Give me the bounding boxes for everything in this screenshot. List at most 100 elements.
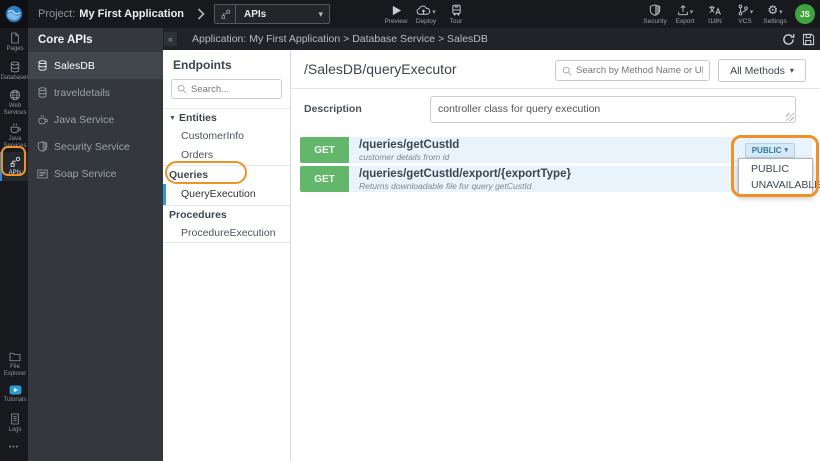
endpoint-item-customerinfo[interactable]: CustomerInfo bbox=[163, 127, 290, 146]
wavemaker-logo-icon bbox=[5, 5, 23, 23]
endpoint-row-getcustid-export[interactable]: GET /queries/getCustId/export/{exportTyp… bbox=[300, 166, 812, 192]
endpoints-search-input[interactable] bbox=[191, 83, 276, 95]
main-header: /SalesDB/queryExecutor All Methods ▾ bbox=[291, 50, 820, 89]
main-sidebar: Pages Databases Web Services Java Servic… bbox=[0, 28, 30, 461]
top-bar: Project: My First Application APIs ▾ Pre… bbox=[0, 0, 820, 28]
sidebar-item-java-services[interactable]: Java Services bbox=[0, 119, 28, 152]
service-item-soap-service[interactable]: Soap Service bbox=[28, 160, 163, 187]
sidebar-item-tutorials[interactable]: Tutorials bbox=[0, 380, 28, 409]
database-icon bbox=[10, 61, 20, 73]
breadcrumb-bar: « Application: My First Application > Da… bbox=[163, 28, 820, 50]
caret-down-icon: ▼ bbox=[169, 115, 176, 122]
main-content: /SalesDB/queryExecutor All Methods ▾ Des… bbox=[291, 50, 820, 461]
coffee-icon bbox=[9, 122, 21, 134]
service-item-security-service[interactable]: Security Service bbox=[28, 133, 163, 160]
service-item-java-service[interactable]: Java Service bbox=[28, 106, 163, 133]
vcs-label: VCS bbox=[738, 17, 752, 25]
sidebar-item-web-services[interactable]: Web Services bbox=[0, 86, 28, 119]
project-label: Project: bbox=[38, 8, 76, 20]
endpoints-title: Endpoints bbox=[173, 58, 232, 72]
endpoint-path: /queries/getCustId bbox=[359, 138, 460, 151]
vcs-button[interactable]: ▾ VCS bbox=[730, 0, 760, 28]
method-search-input[interactable] bbox=[576, 65, 703, 76]
database-icon bbox=[37, 87, 48, 98]
app-window: Project: My First Application APIs ▾ Pre… bbox=[0, 0, 820, 461]
settings-label: Settings bbox=[763, 17, 787, 25]
caret-down-icon: ▾ bbox=[784, 146, 788, 154]
endpoint-item-orders[interactable]: Orders bbox=[163, 146, 290, 165]
section-label: Entities bbox=[178, 112, 217, 124]
preview-label: Preview bbox=[384, 17, 408, 25]
sidebar-item-label: Web Services bbox=[3, 103, 27, 116]
section-queries[interactable]: Queries bbox=[163, 165, 290, 184]
globe-icon bbox=[9, 89, 21, 101]
export-button[interactable]: ▾ Export bbox=[670, 0, 700, 28]
endpoint-item-queryexecution[interactable]: QueryExecution bbox=[163, 184, 290, 205]
app-logo[interactable] bbox=[0, 0, 28, 28]
sidebar-item-label: Java Services bbox=[3, 136, 27, 149]
service-item-traveldetails[interactable]: traveldetails bbox=[28, 79, 163, 106]
save-button[interactable] bbox=[802, 33, 815, 46]
method-badge-get: GET bbox=[300, 166, 349, 192]
sidebar-overflow-button[interactable]: ••• bbox=[0, 438, 28, 461]
project-name: My First Application bbox=[79, 8, 185, 20]
sidebar-item-label: Databases bbox=[0, 75, 30, 82]
endpoint-row-getcustid[interactable]: GET /queries/getCustId customer details … bbox=[300, 137, 812, 163]
sidebar-item-label: APIs bbox=[8, 170, 22, 177]
core-apis-title: Core APIs bbox=[38, 34, 93, 46]
method-search[interactable] bbox=[555, 60, 710, 81]
access-option-unavailable[interactable]: UNAVAILABLE bbox=[739, 177, 820, 193]
access-level-label: PUBLIC bbox=[751, 145, 782, 155]
cloud-upload-icon bbox=[416, 4, 431, 16]
collapse-panel-button[interactable]: « bbox=[164, 32, 177, 46]
endpoint-item-procedureexecution[interactable]: ProcedureExecution bbox=[163, 224, 290, 243]
security-button[interactable]: Security bbox=[640, 0, 670, 28]
access-level-menu: PUBLIC UNAVAILABLE bbox=[738, 158, 820, 196]
coffee-icon bbox=[37, 114, 48, 125]
settings-button[interactable]: ⚙ ▾ Settings bbox=[760, 0, 790, 28]
endpoint-subtitle: Returns downloadable file for query getC… bbox=[359, 180, 532, 191]
description-textarea[interactable]: controller class for query execution bbox=[430, 96, 796, 123]
deploy-button[interactable]: ▾ Deploy bbox=[411, 0, 441, 28]
workspace-selector[interactable]: APIs ▾ bbox=[214, 4, 331, 24]
chevron-down-icon: ▾ bbox=[432, 8, 436, 16]
sidebar-item-databases[interactable]: Databases bbox=[0, 57, 30, 86]
sidebar-item-apis[interactable]: APIs bbox=[0, 152, 28, 181]
section-entities[interactable]: ▼ Entities bbox=[163, 108, 290, 127]
shield-icon bbox=[37, 141, 48, 152]
resize-grip-icon[interactable] bbox=[786, 113, 794, 121]
soap-icon bbox=[37, 169, 48, 179]
sidebar-item-label: Logs bbox=[8, 427, 22, 434]
search-icon bbox=[177, 84, 187, 94]
sidebar-item-label: Tutorials bbox=[3, 397, 27, 404]
breadcrumb: Application: My First Application > Data… bbox=[192, 33, 488, 45]
security-label: Security bbox=[643, 17, 667, 25]
endpoints-search[interactable] bbox=[171, 79, 282, 99]
service-item-label: Security Service bbox=[54, 140, 130, 153]
database-icon bbox=[37, 60, 48, 71]
sidebar-item-pages[interactable]: Pages bbox=[0, 28, 28, 57]
translate-icon bbox=[708, 4, 722, 16]
preview-button[interactable]: Preview bbox=[381, 0, 411, 28]
sidebar-item-logs[interactable]: Logs bbox=[0, 409, 28, 438]
tour-button[interactable]: Tour bbox=[441, 0, 471, 28]
core-apis-panel: Core APIs SalesDB traveldetails Java Ser… bbox=[28, 28, 163, 461]
chevron-right-icon bbox=[197, 8, 205, 20]
access-level-button[interactable]: PUBLIC ▾ bbox=[744, 142, 795, 158]
i18n-button[interactable]: I18N bbox=[700, 0, 730, 28]
sidebar-item-label: Pages bbox=[6, 46, 24, 53]
all-methods-label: All Methods bbox=[730, 64, 785, 77]
api-icon bbox=[9, 156, 21, 168]
section-procedures[interactable]: Procedures bbox=[163, 205, 290, 224]
chevron-down-icon: ▾ bbox=[749, 8, 754, 16]
endpoints-panel: Endpoints ▼Entities CustomerInfo Orders … bbox=[163, 50, 291, 461]
sidebar-item-file-explorer[interactable]: File Explorer bbox=[0, 349, 28, 380]
user-avatar[interactable]: JS bbox=[795, 4, 815, 24]
topbar-right-actions: Security ▾ Export I18N ▾ VCS ⚙ ▾ Settings bbox=[640, 0, 790, 28]
refresh-button[interactable] bbox=[782, 33, 795, 46]
access-option-public[interactable]: PUBLIC bbox=[739, 161, 812, 177]
topbar-left-actions: Preview ▾ Deploy Tour bbox=[381, 0, 471, 28]
all-methods-dropdown[interactable]: All Methods ▾ bbox=[718, 59, 806, 82]
endpoint-subtitle: customer details from id bbox=[359, 151, 450, 162]
service-item-salesdb[interactable]: SalesDB bbox=[28, 52, 163, 79]
